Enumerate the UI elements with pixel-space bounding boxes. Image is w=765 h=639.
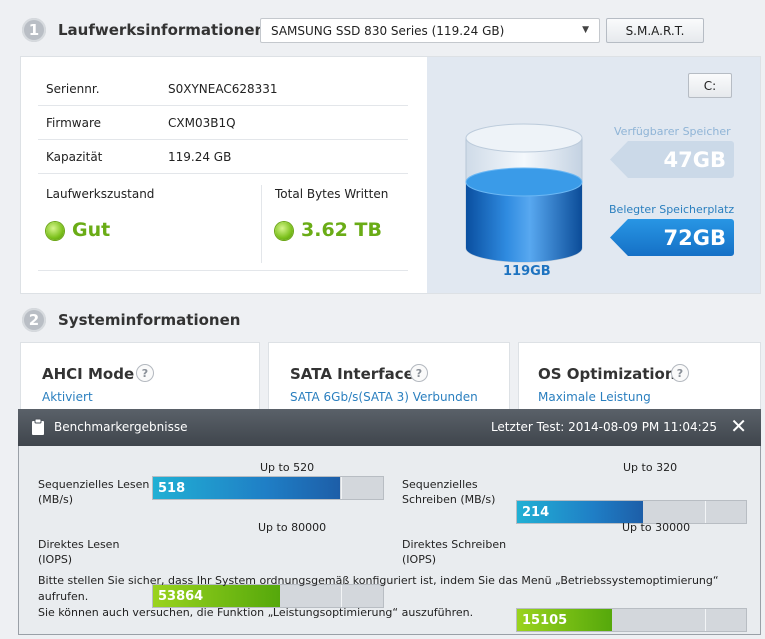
free-space-label: Verfügbarer Speicher xyxy=(614,125,731,138)
rand-read-max: Up to 80000 xyxy=(258,521,327,534)
health-value: Gut xyxy=(72,219,111,241)
used-space-value: 72GB xyxy=(663,225,726,250)
rand-write-max: Up to 30000 xyxy=(622,521,691,534)
seq-write-label: Sequenzielles Schreiben (MB/s) xyxy=(402,477,495,507)
benchmark-title: Benchmarkergebnisse xyxy=(54,420,188,434)
ahci-title: AHCI Mode xyxy=(42,365,135,383)
seq-write-fill: 214 xyxy=(517,501,643,523)
health-label: Laufwerkszustand xyxy=(46,187,155,201)
help-icon[interactable]: ? xyxy=(410,364,428,382)
sata-title: SATA Interface xyxy=(290,365,414,383)
rand-write-label-line1: Direktes Schreiben xyxy=(402,538,507,551)
drive-select[interactable]: SAMSUNG SSD 830 Series (119.24 GB) ▼ xyxy=(260,18,600,43)
used-space-label: Belegter Speicherplatz xyxy=(609,203,735,216)
divider xyxy=(38,139,408,140)
clipboard-icon xyxy=(32,418,44,435)
firmware-label: Firmware xyxy=(46,116,101,130)
chevron-down-icon: ▼ xyxy=(582,25,589,35)
drive-info-title: Laufwerksinformationen xyxy=(58,21,266,39)
seq-write-max: Up to 320 xyxy=(623,461,678,474)
os-optimization-title: OS Optimization xyxy=(538,365,676,383)
seq-read-value: 518 xyxy=(158,480,186,496)
seq-read-bar: 518 xyxy=(152,476,384,500)
help-icon[interactable]: ? xyxy=(136,364,154,382)
step-1-number: 1 xyxy=(28,21,40,39)
benchmark-note: Bitte stellen Sie sicher, dass Ihr Syste… xyxy=(38,573,758,621)
bar-tick xyxy=(341,477,342,499)
vertical-divider xyxy=(261,185,262,263)
close-icon[interactable]: ✕ xyxy=(730,415,747,437)
sata-status: SATA 6Gb/s(SATA 3) Verbunden xyxy=(290,390,478,404)
seq-write-value: 214 xyxy=(522,504,550,520)
step-2-number: 2 xyxy=(28,311,40,329)
health-status-icon xyxy=(46,222,64,240)
ahci-status: Aktiviert xyxy=(42,390,93,404)
tbw-status-icon xyxy=(275,222,293,240)
benchmark-note-line1: Bitte stellen Sie sicher, dass Ihr Syste… xyxy=(38,574,719,603)
benchmark-note-line2: Sie können auch versuchen, die Funktion … xyxy=(38,606,474,619)
total-capacity: 119GB xyxy=(503,264,551,279)
seq-write-label-line2: Schreiben (MB/s) xyxy=(402,493,496,506)
free-space-tag: 47GB xyxy=(610,141,734,178)
divider xyxy=(38,270,408,271)
capacity-label: Kapazität xyxy=(46,150,103,164)
bar-tick xyxy=(705,501,706,523)
seq-read-max: Up to 520 xyxy=(260,461,315,474)
seq-read-label-line1: Sequenzielles Lesen xyxy=(38,478,150,491)
seq-write-label-line1: Sequenzielles xyxy=(402,478,478,491)
storage-cylinder xyxy=(465,123,583,263)
step-1-badge: 1 xyxy=(22,18,46,42)
smart-button[interactable]: S.M.A.R.T. xyxy=(606,18,704,43)
serial-label: Seriennr. xyxy=(46,82,100,96)
free-space-value: 47GB xyxy=(663,147,726,172)
system-info-title: Systeminformationen xyxy=(58,311,241,329)
rand-write-label: Direktes Schreiben (IOPS) xyxy=(402,537,506,567)
used-space-tag: 72GB xyxy=(610,219,734,256)
tbw-value: 3.62 TB xyxy=(301,219,382,241)
rand-read-label-line2: (IOPS) xyxy=(38,553,73,566)
benchmark-header: Benchmarkergebnisse Letzter Test: 2014-0… xyxy=(18,409,761,446)
rand-read-label-line1: Direktes Lesen xyxy=(38,538,120,551)
divider xyxy=(38,105,408,106)
divider xyxy=(38,173,408,174)
capacity-value: 119.24 GB xyxy=(168,150,232,164)
help-icon[interactable]: ? xyxy=(671,364,689,382)
drive-letter-button[interactable]: C: xyxy=(688,73,732,98)
os-optimization-status: Maximale Leistung xyxy=(538,390,651,404)
tbw-label: Total Bytes Written xyxy=(275,187,389,201)
seq-read-label: Sequenzielles Lesen (MB/s) xyxy=(38,477,149,507)
seq-read-label-line2: (MB/s) xyxy=(38,493,74,506)
firmware-value: CXM03B1Q xyxy=(168,116,236,130)
drive-select-value: SAMSUNG SSD 830 Series (119.24 GB) xyxy=(271,23,505,38)
rand-write-label-line2: (IOPS) xyxy=(402,553,437,566)
seq-read-fill: 518 xyxy=(153,477,340,499)
step-2-badge: 2 xyxy=(22,308,46,332)
rand-read-label: Direktes Lesen (IOPS) xyxy=(38,537,119,567)
serial-value: S0XYNEAC628331 xyxy=(168,82,278,96)
last-test-time: Letzter Test: 2014-08-09 PM 11:04:25 xyxy=(490,420,717,434)
